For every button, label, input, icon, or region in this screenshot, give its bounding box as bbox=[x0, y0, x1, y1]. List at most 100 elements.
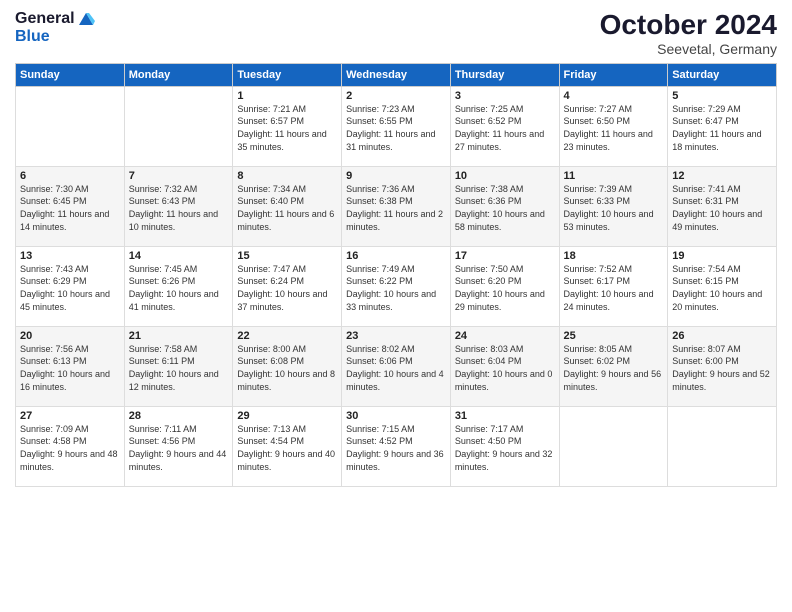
day-info: Sunrise: 7:09 AM Sunset: 4:58 PM Dayligh… bbox=[20, 423, 120, 473]
day-number: 4 bbox=[564, 90, 664, 102]
calendar-cell bbox=[559, 406, 668, 486]
day-info: Sunrise: 7:23 AM Sunset: 6:55 PM Dayligh… bbox=[346, 103, 446, 153]
day-info: Sunrise: 7:52 AM Sunset: 6:17 PM Dayligh… bbox=[564, 263, 664, 313]
col-sunday: Sunday bbox=[16, 63, 125, 86]
calendar-cell: 25Sunrise: 8:05 AM Sunset: 6:02 PM Dayli… bbox=[559, 326, 668, 406]
calendar-cell: 24Sunrise: 8:03 AM Sunset: 6:04 PM Dayli… bbox=[450, 326, 559, 406]
day-info: Sunrise: 7:17 AM Sunset: 4:50 PM Dayligh… bbox=[455, 423, 555, 473]
day-number: 30 bbox=[346, 410, 446, 422]
day-number: 20 bbox=[20, 330, 120, 342]
header-row: Sunday Monday Tuesday Wednesday Thursday… bbox=[16, 63, 777, 86]
day-info: Sunrise: 7:11 AM Sunset: 4:56 PM Dayligh… bbox=[129, 423, 229, 473]
calendar-cell: 22Sunrise: 8:00 AM Sunset: 6:08 PM Dayli… bbox=[233, 326, 342, 406]
day-number: 13 bbox=[20, 250, 120, 262]
day-number: 27 bbox=[20, 410, 120, 422]
day-number: 31 bbox=[455, 410, 555, 422]
calendar-cell: 4Sunrise: 7:27 AM Sunset: 6:50 PM Daylig… bbox=[559, 86, 668, 166]
day-info: Sunrise: 7:54 AM Sunset: 6:15 PM Dayligh… bbox=[672, 263, 772, 313]
calendar-cell: 6Sunrise: 7:30 AM Sunset: 6:45 PM Daylig… bbox=[16, 166, 125, 246]
day-info: Sunrise: 8:02 AM Sunset: 6:06 PM Dayligh… bbox=[346, 343, 446, 393]
day-info: Sunrise: 7:50 AM Sunset: 6:20 PM Dayligh… bbox=[455, 263, 555, 313]
calendar-cell: 1Sunrise: 7:21 AM Sunset: 6:57 PM Daylig… bbox=[233, 86, 342, 166]
day-number: 14 bbox=[129, 250, 229, 262]
month-year: October 2024 bbox=[600, 10, 777, 41]
day-number: 5 bbox=[672, 90, 772, 102]
day-number: 1 bbox=[237, 90, 337, 102]
header: General Blue October 2024 Seevetal, Germ… bbox=[15, 10, 777, 57]
day-number: 7 bbox=[129, 170, 229, 182]
calendar-cell bbox=[668, 406, 777, 486]
day-info: Sunrise: 8:07 AM Sunset: 6:00 PM Dayligh… bbox=[672, 343, 772, 393]
logo-icon bbox=[77, 9, 95, 27]
calendar-cell: 26Sunrise: 8:07 AM Sunset: 6:00 PM Dayli… bbox=[668, 326, 777, 406]
day-info: Sunrise: 7:27 AM Sunset: 6:50 PM Dayligh… bbox=[564, 103, 664, 153]
day-info: Sunrise: 7:41 AM Sunset: 6:31 PM Dayligh… bbox=[672, 183, 772, 233]
day-number: 2 bbox=[346, 90, 446, 102]
day-number: 19 bbox=[672, 250, 772, 262]
calendar-cell: 9Sunrise: 7:36 AM Sunset: 6:38 PM Daylig… bbox=[342, 166, 451, 246]
calendar-week-3: 20Sunrise: 7:56 AM Sunset: 6:13 PM Dayli… bbox=[16, 326, 777, 406]
day-number: 16 bbox=[346, 250, 446, 262]
day-number: 15 bbox=[237, 250, 337, 262]
day-number: 23 bbox=[346, 330, 446, 342]
day-info: Sunrise: 7:49 AM Sunset: 6:22 PM Dayligh… bbox=[346, 263, 446, 313]
calendar-cell: 31Sunrise: 7:17 AM Sunset: 4:50 PM Dayli… bbox=[450, 406, 559, 486]
day-number: 21 bbox=[129, 330, 229, 342]
logo: General Blue bbox=[15, 10, 95, 46]
calendar-week-0: 1Sunrise: 7:21 AM Sunset: 6:57 PM Daylig… bbox=[16, 86, 777, 166]
calendar-cell: 23Sunrise: 8:02 AM Sunset: 6:06 PM Dayli… bbox=[342, 326, 451, 406]
calendar-cell: 7Sunrise: 7:32 AM Sunset: 6:43 PM Daylig… bbox=[124, 166, 233, 246]
calendar-cell: 20Sunrise: 7:56 AM Sunset: 6:13 PM Dayli… bbox=[16, 326, 125, 406]
day-number: 18 bbox=[564, 250, 664, 262]
day-number: 17 bbox=[455, 250, 555, 262]
day-number: 11 bbox=[564, 170, 664, 182]
day-info: Sunrise: 8:00 AM Sunset: 6:08 PM Dayligh… bbox=[237, 343, 337, 393]
col-wednesday: Wednesday bbox=[342, 63, 451, 86]
title-block: October 2024 Seevetal, Germany bbox=[600, 10, 777, 57]
col-tuesday: Tuesday bbox=[233, 63, 342, 86]
day-info: Sunrise: 7:58 AM Sunset: 6:11 PM Dayligh… bbox=[129, 343, 229, 393]
calendar-cell: 14Sunrise: 7:45 AM Sunset: 6:26 PM Dayli… bbox=[124, 246, 233, 326]
day-info: Sunrise: 7:21 AM Sunset: 6:57 PM Dayligh… bbox=[237, 103, 337, 153]
day-number: 29 bbox=[237, 410, 337, 422]
calendar-cell: 27Sunrise: 7:09 AM Sunset: 4:58 PM Dayli… bbox=[16, 406, 125, 486]
calendar-cell: 8Sunrise: 7:34 AM Sunset: 6:40 PM Daylig… bbox=[233, 166, 342, 246]
day-info: Sunrise: 7:13 AM Sunset: 4:54 PM Dayligh… bbox=[237, 423, 337, 473]
calendar-cell: 13Sunrise: 7:43 AM Sunset: 6:29 PM Dayli… bbox=[16, 246, 125, 326]
calendar-cell: 12Sunrise: 7:41 AM Sunset: 6:31 PM Dayli… bbox=[668, 166, 777, 246]
day-info: Sunrise: 7:15 AM Sunset: 4:52 PM Dayligh… bbox=[346, 423, 446, 473]
day-info: Sunrise: 7:25 AM Sunset: 6:52 PM Dayligh… bbox=[455, 103, 555, 153]
calendar-cell: 19Sunrise: 7:54 AM Sunset: 6:15 PM Dayli… bbox=[668, 246, 777, 326]
day-number: 12 bbox=[672, 170, 772, 182]
page-container: General Blue October 2024 Seevetal, Germ… bbox=[0, 0, 792, 497]
calendar-cell: 11Sunrise: 7:39 AM Sunset: 6:33 PM Dayli… bbox=[559, 166, 668, 246]
logo-general: General bbox=[15, 10, 75, 28]
calendar-table: Sunday Monday Tuesday Wednesday Thursday… bbox=[15, 63, 777, 487]
day-number: 26 bbox=[672, 330, 772, 342]
day-number: 10 bbox=[455, 170, 555, 182]
calendar-cell: 16Sunrise: 7:49 AM Sunset: 6:22 PM Dayli… bbox=[342, 246, 451, 326]
day-info: Sunrise: 7:32 AM Sunset: 6:43 PM Dayligh… bbox=[129, 183, 229, 233]
calendar-cell: 30Sunrise: 7:15 AM Sunset: 4:52 PM Dayli… bbox=[342, 406, 451, 486]
day-number: 3 bbox=[455, 90, 555, 102]
logo-blue: Blue bbox=[15, 28, 50, 45]
day-info: Sunrise: 7:34 AM Sunset: 6:40 PM Dayligh… bbox=[237, 183, 337, 233]
calendar-cell: 29Sunrise: 7:13 AM Sunset: 4:54 PM Dayli… bbox=[233, 406, 342, 486]
day-info: Sunrise: 8:05 AM Sunset: 6:02 PM Dayligh… bbox=[564, 343, 664, 393]
calendar-cell: 18Sunrise: 7:52 AM Sunset: 6:17 PM Dayli… bbox=[559, 246, 668, 326]
calendar-cell: 15Sunrise: 7:47 AM Sunset: 6:24 PM Dayli… bbox=[233, 246, 342, 326]
calendar-cell: 17Sunrise: 7:50 AM Sunset: 6:20 PM Dayli… bbox=[450, 246, 559, 326]
day-number: 28 bbox=[129, 410, 229, 422]
day-info: Sunrise: 7:39 AM Sunset: 6:33 PM Dayligh… bbox=[564, 183, 664, 233]
day-info: Sunrise: 7:56 AM Sunset: 6:13 PM Dayligh… bbox=[20, 343, 120, 393]
col-thursday: Thursday bbox=[450, 63, 559, 86]
day-info: Sunrise: 7:45 AM Sunset: 6:26 PM Dayligh… bbox=[129, 263, 229, 313]
day-number: 9 bbox=[346, 170, 446, 182]
calendar-cell: 3Sunrise: 7:25 AM Sunset: 6:52 PM Daylig… bbox=[450, 86, 559, 166]
day-number: 8 bbox=[237, 170, 337, 182]
day-info: Sunrise: 7:30 AM Sunset: 6:45 PM Dayligh… bbox=[20, 183, 120, 233]
col-monday: Monday bbox=[124, 63, 233, 86]
calendar-cell bbox=[124, 86, 233, 166]
day-number: 22 bbox=[237, 330, 337, 342]
day-info: Sunrise: 7:29 AM Sunset: 6:47 PM Dayligh… bbox=[672, 103, 772, 153]
